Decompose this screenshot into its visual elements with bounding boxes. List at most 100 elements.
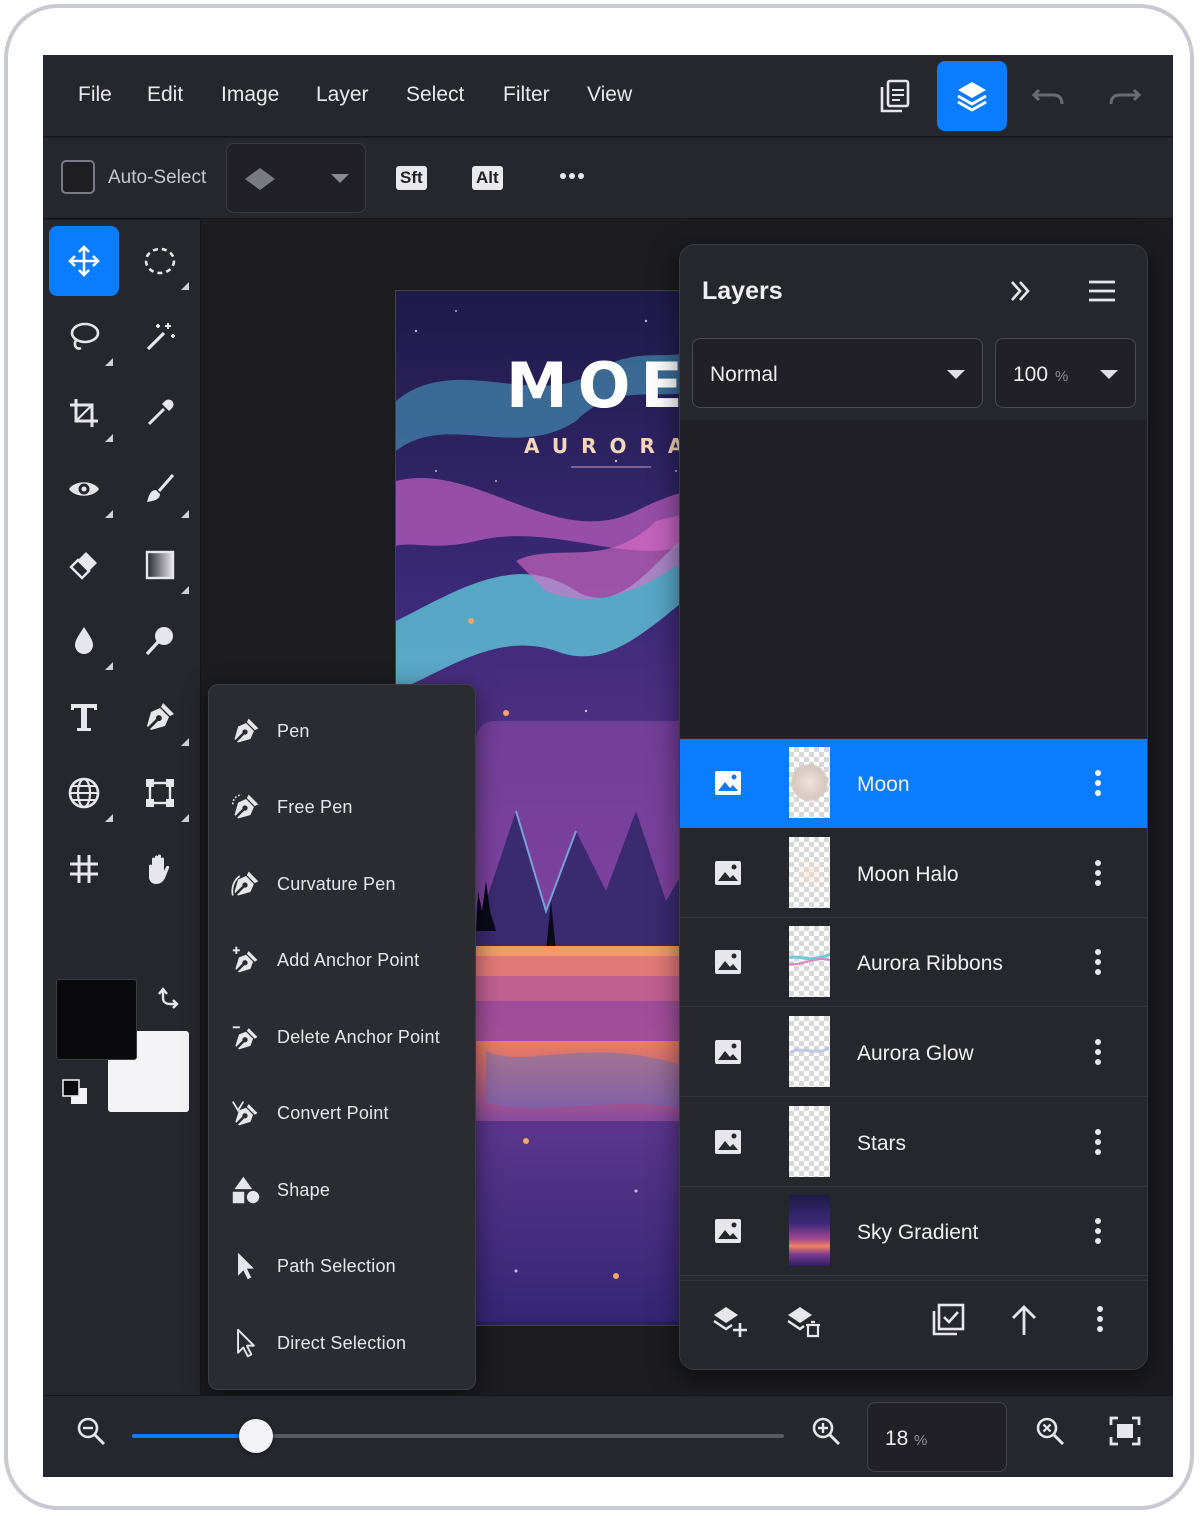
fit-screen-icon[interactable]	[1109, 1416, 1141, 1446]
move-icon	[68, 245, 100, 277]
move-tool[interactable]	[49, 226, 119, 296]
eraser-tool[interactable]	[49, 530, 119, 600]
blend-mode-dropdown[interactable]: Normal	[692, 338, 983, 408]
layers-panel: Layers Normal 100 % Moon Moon Halo Auror…	[679, 244, 1148, 1370]
flyout-item-add-anchor-point[interactable]: Add Anchor Point	[209, 924, 477, 996]
more-options-icon[interactable]	[559, 172, 585, 180]
layer-row-aurora-ribbons[interactable]: Aurora Ribbons	[680, 918, 1147, 1007]
add-layer-icon[interactable]	[712, 1303, 748, 1339]
opacity-dropdown[interactable]: 100 %	[995, 338, 1136, 408]
grid-icon	[70, 855, 98, 883]
layer-name: Moon	[857, 773, 910, 796]
menu-image[interactable]: Image	[221, 83, 279, 107]
eyedropper-tool[interactable]	[125, 378, 195, 448]
flyout-item-shape[interactable]: Shape	[209, 1154, 477, 1226]
convert-point-icon	[229, 1096, 263, 1130]
hand-tool[interactable]	[125, 834, 195, 904]
layer-row-sky-gradient[interactable]: Sky Gradient	[680, 1187, 1147, 1276]
documents-icon	[880, 79, 910, 113]
layer-mask-icon[interactable]	[931, 1303, 965, 1337]
view-tool[interactable]	[49, 454, 119, 524]
flyout-item-curvature-pen[interactable]: Curvature Pen	[209, 848, 477, 920]
layer-more-icon[interactable]	[1094, 1038, 1102, 1066]
arrow-up-icon[interactable]	[1010, 1303, 1038, 1337]
zoom-slider-handle[interactable]	[238, 1419, 273, 1453]
flyout-label: Shape	[277, 1179, 331, 1200]
zoom-unit: %	[914, 1432, 928, 1449]
blur-tool[interactable]	[49, 606, 119, 676]
flyout-item-pen[interactable]: Pen	[209, 695, 477, 767]
layers-panel-title: Layers	[702, 277, 783, 305]
menu-view[interactable]: View	[587, 83, 632, 107]
zoom-slider[interactable]	[132, 1434, 784, 1438]
layer-more-icon[interactable]	[1094, 769, 1102, 797]
panel-menu-icon[interactable]	[1087, 280, 1117, 302]
layer-row-moon-halo[interactable]: Moon Halo	[680, 829, 1147, 918]
layer-row-aurora-glow[interactable]: Aurora Glow	[680, 1008, 1147, 1097]
zoom-level-field[interactable]: 18 %	[867, 1402, 1007, 1472]
menu-edit[interactable]: Edit	[147, 83, 183, 107]
layer-thumbnail	[789, 837, 830, 908]
device-frame: File Edit Image Layer Select Filter View	[4, 4, 1194, 1510]
transform-tool[interactable]	[125, 758, 195, 828]
layer-row-moon[interactable]: Moon	[680, 739, 1147, 828]
alt-key-button[interactable]: Alt	[472, 166, 503, 190]
free-pen-icon	[229, 790, 263, 824]
layer-more-icon[interactable]	[1094, 1217, 1102, 1245]
marquee-tool[interactable]	[125, 226, 195, 296]
documents-button[interactable]	[860, 61, 930, 131]
lasso-tool[interactable]	[49, 302, 119, 372]
layer-diamond-icon	[245, 168, 275, 190]
collapse-panel-icon[interactable]	[1008, 279, 1032, 303]
menu-filter[interactable]: Filter	[503, 83, 550, 107]
eyedropper-icon	[147, 399, 174, 426]
dodge-tool[interactable]	[125, 606, 195, 676]
default-colors-icon[interactable]	[61, 1078, 89, 1106]
foreground-color-swatch[interactable]	[56, 979, 137, 1060]
menu-file[interactable]: File	[78, 83, 112, 107]
menu-select[interactable]: Select	[406, 83, 464, 107]
shift-key-button[interactable]: Sft	[396, 166, 427, 190]
zoom-reset-icon[interactable]	[1035, 1416, 1065, 1446]
droplet-icon	[75, 627, 93, 654]
flyout-item-convert-point[interactable]: Convert Point	[209, 1077, 477, 1149]
toolbar	[43, 220, 201, 1395]
layer-more-icon[interactable]	[1094, 859, 1102, 887]
undo-icon	[1031, 88, 1064, 105]
pen-tool[interactable]	[125, 682, 195, 752]
zoom-value: 18	[885, 1427, 909, 1450]
chevron-down-icon	[1100, 370, 1118, 379]
redo-button[interactable]	[1090, 61, 1160, 131]
shape-icon	[229, 1173, 263, 1207]
brush-tool[interactable]	[125, 454, 195, 524]
menu-layer[interactable]: Layer	[316, 83, 369, 107]
3d-tool[interactable]	[49, 758, 119, 828]
type-tool[interactable]	[49, 682, 119, 752]
layer-more-icon[interactable]	[1094, 1128, 1102, 1156]
layers-panel-button[interactable]	[937, 61, 1007, 131]
hand-icon	[149, 854, 170, 884]
flyout-label: Pen	[277, 720, 310, 741]
zoom-in-icon[interactable]	[811, 1416, 841, 1446]
auto-select-target-dropdown[interactable]	[226, 143, 366, 213]
layer-more-icon[interactable]	[1094, 948, 1102, 976]
gradient-tool[interactable]	[125, 530, 195, 600]
flyout-item-path-selection[interactable]: Path Selection	[209, 1230, 477, 1302]
magic-wand-tool[interactable]	[125, 302, 195, 372]
flyout-item-delete-anchor-point[interactable]: Delete Anchor Point	[209, 1001, 477, 1073]
redo-icon	[1109, 88, 1142, 105]
flyout-item-direct-selection[interactable]: Direct Selection	[209, 1307, 477, 1379]
flyout-item-free-pen[interactable]: Free Pen	[209, 771, 477, 843]
swap-colors-icon[interactable]	[155, 984, 181, 1010]
grid-tool[interactable]	[49, 834, 119, 904]
crop-tool[interactable]	[49, 378, 119, 448]
undo-button[interactable]	[1013, 61, 1083, 131]
zoom-out-icon[interactable]	[76, 1416, 106, 1446]
image-layer-icon	[715, 1219, 741, 1243]
auto-select-checkbox[interactable]	[61, 160, 95, 194]
gradient-icon	[145, 550, 175, 580]
layer-row-stars[interactable]: Stars	[680, 1098, 1147, 1187]
more-vertical-icon[interactable]	[1096, 1305, 1104, 1333]
delete-layer-icon[interactable]	[786, 1303, 822, 1339]
globe-icon	[68, 777, 100, 809]
